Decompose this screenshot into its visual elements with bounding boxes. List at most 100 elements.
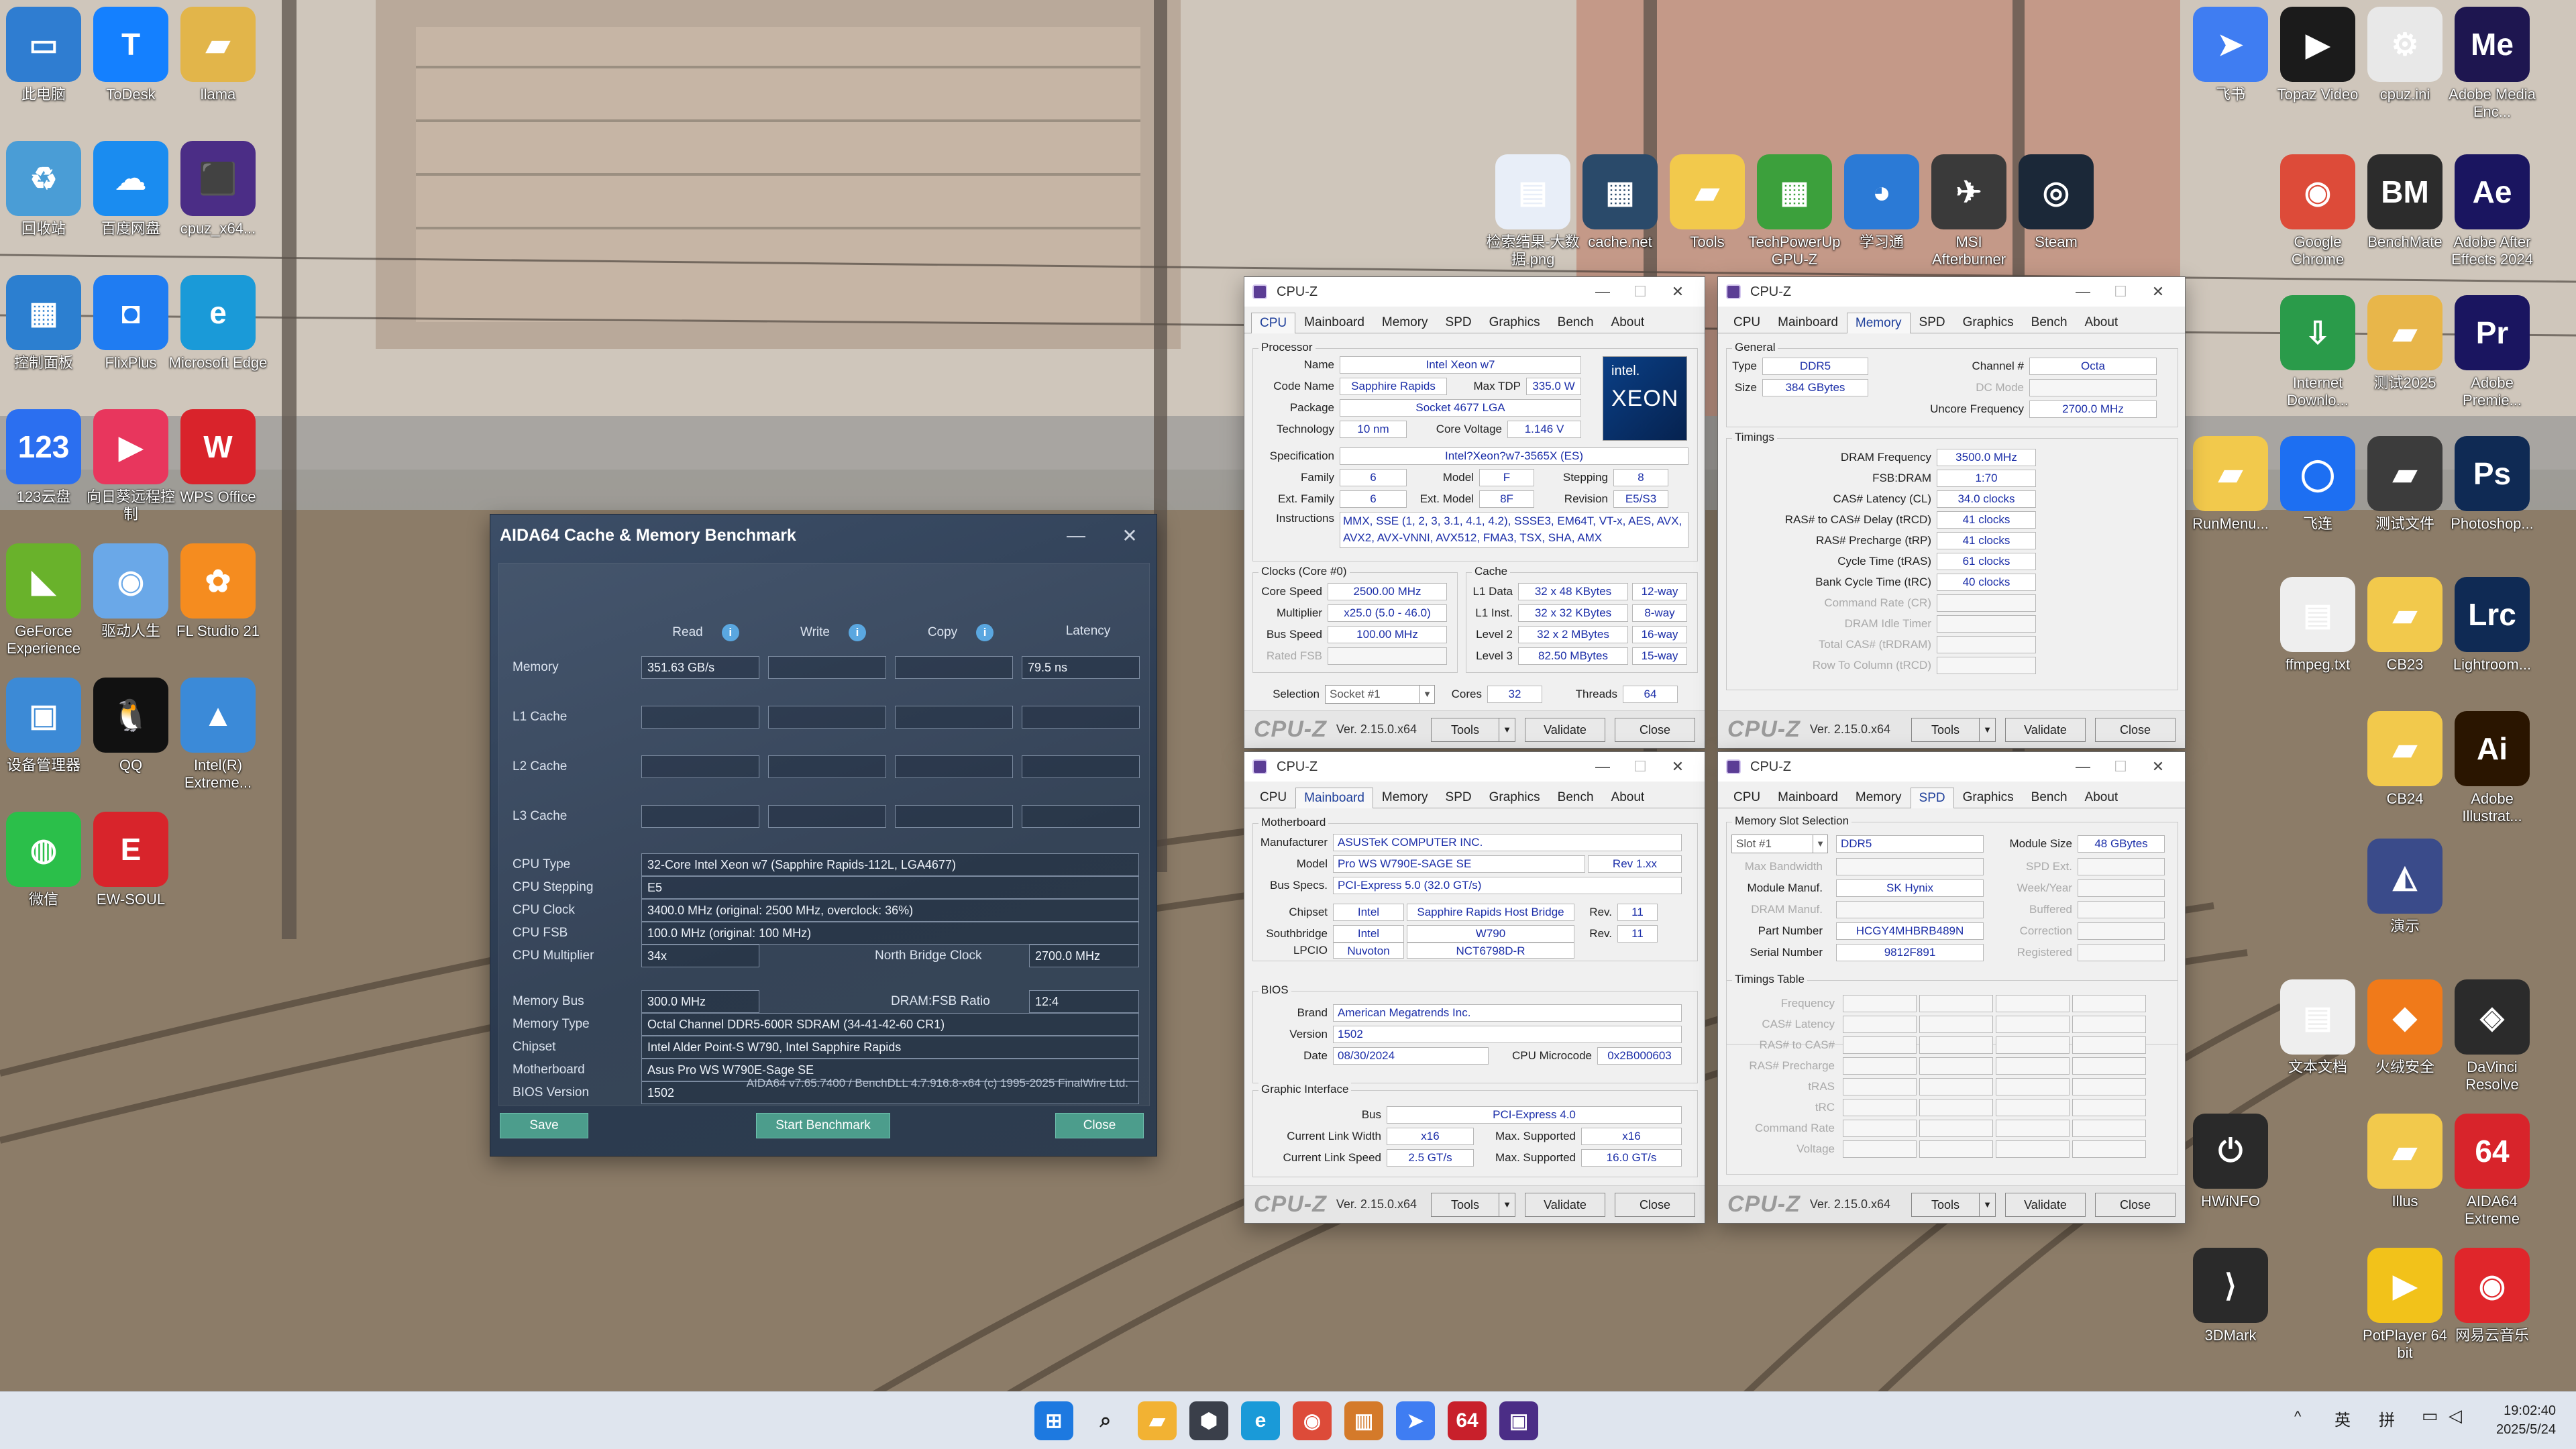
close-icon[interactable]: ✕ <box>1103 525 1157 547</box>
desktop-icon[interactable]: ▰ RunMenu... <box>2180 436 2281 533</box>
maximize-icon[interactable]: ☐ <box>1621 758 1659 775</box>
desktop-icon[interactable]: Lrc Lightroom... <box>2442 577 2542 674</box>
desktop-icon[interactable]: ▰ llama <box>168 7 268 103</box>
close-button[interactable]: Close <box>2095 1192 2176 1217</box>
tab-bench[interactable]: Bench <box>2023 787 2076 808</box>
taskbar-feishu[interactable]: ➤ <box>1396 1401 1435 1440</box>
desktop-icon[interactable]: ◈ DaVinci Resolve <box>2442 979 2542 1093</box>
desktop-icon[interactable]: ▰ CB24 <box>2355 711 2455 808</box>
desktop-icon[interactable]: ⏻ HWiNFO <box>2180 1114 2281 1210</box>
tab-mainboard[interactable]: Mainboard <box>1295 788 1373 808</box>
close-icon[interactable]: ✕ <box>2139 283 2177 301</box>
desktop-icon[interactable]: ▰ 测试文件 <box>2355 436 2455 533</box>
tab-cpu[interactable]: CPU <box>1251 787 1295 808</box>
validate-button[interactable]: Validate <box>2005 717 2086 742</box>
maximize-icon[interactable]: ☐ <box>1621 283 1659 301</box>
volume-icon[interactable]: ◁ <box>2449 1405 2462 1426</box>
desktop-icon[interactable]: ▶ Topaz Video <box>2267 7 2368 103</box>
desktop-icon[interactable]: ✿ FL Studio 21 <box>168 543 268 640</box>
desktop-icon[interactable]: ◉ 网易云音乐 <box>2442 1248 2542 1344</box>
close-icon[interactable]: ✕ <box>2139 758 2177 775</box>
desktop-icon[interactable]: ⇩ Internet Downlo... <box>2267 295 2368 409</box>
desktop-icon[interactable]: ▰ CB23 <box>2355 577 2455 674</box>
desktop-icon[interactable]: ▰ Tools <box>1657 154 1758 251</box>
tools-button[interactable]: Tools ▼ <box>1431 717 1515 742</box>
ime-language[interactable]: 英 <box>2334 1407 2351 1430</box>
desktop-icon[interactable]: T ToDesk <box>80 7 181 103</box>
tab-graphics[interactable]: Graphics <box>1481 787 1549 808</box>
tab-spd[interactable]: SPD <box>1910 788 1954 808</box>
tab-spd[interactable]: SPD <box>1437 787 1481 808</box>
close-icon[interactable]: ✕ <box>1659 758 1697 775</box>
aida64-benchmark-window[interactable]: AIDA64 Cache & Memory Benchmark — ✕ Read… <box>490 514 1157 1157</box>
desktop-icon[interactable]: ✈ MSI Afterburner <box>1919 154 2019 268</box>
tab-memory[interactable]: Memory <box>1847 787 1911 808</box>
desktop-icon[interactable]: Ps Photoshop... <box>2442 436 2542 533</box>
start-benchmark-button[interactable]: Start Benchmark <box>756 1113 890 1138</box>
desktop-icon[interactable]: Ai Adobe Illustrat... <box>2442 711 2542 825</box>
tab-mainboard[interactable]: Mainboard <box>1769 787 1847 808</box>
desktop-icon[interactable]: ◍ 微信 <box>0 812 94 908</box>
desktop-icon[interactable]: ◣ GeForce Experience <box>0 543 94 657</box>
tab-about[interactable]: About <box>2076 787 2127 808</box>
aida64-titlebar[interactable]: AIDA64 Cache & Memory Benchmark — ✕ <box>490 515 1157 556</box>
desktop-icon[interactable]: ◭ 演示 <box>2355 839 2455 935</box>
close-button[interactable]: Close <box>2095 717 2176 742</box>
taskbar-app-cube[interactable]: ⬢ <box>1189 1401 1228 1440</box>
desktop-icon[interactable]: Ae Adobe After Effects 2024 <box>2442 154 2542 268</box>
tab-about[interactable]: About <box>1603 312 1654 333</box>
tab-graphics[interactable]: Graphics <box>1954 312 2023 333</box>
desktop-icon[interactable]: E EW-SOUL <box>80 812 181 908</box>
desktop-icon[interactable]: ♻ 回收站 <box>0 141 94 237</box>
validate-button[interactable]: Validate <box>2005 1192 2086 1217</box>
tab-mainboard[interactable]: Mainboard <box>1769 312 1847 333</box>
desktop-icon[interactable]: e Microsoft Edge <box>168 275 268 372</box>
desktop-icon[interactable]: 123 123云盘 <box>0 409 94 506</box>
tab-bench[interactable]: Bench <box>1549 787 1603 808</box>
taskbar-app-doc[interactable]: ▥ <box>1344 1401 1383 1440</box>
tab-memory[interactable]: Memory <box>1846 313 1911 333</box>
cpuz-titlebar[interactable]: CPU-Z — ☐ ✕ <box>1718 277 2185 307</box>
tab-cpu[interactable]: CPU <box>1725 312 1769 333</box>
tab-graphics[interactable]: Graphics <box>1481 312 1549 333</box>
desktop-icon[interactable]: ⚙ cpuz.ini <box>2355 7 2455 103</box>
desktop-icon[interactable]: 64 AIDA64 Extreme <box>2442 1114 2542 1228</box>
taskbar-cpuz[interactable]: ▣ <box>1499 1401 1538 1440</box>
info-icon[interactable]: i <box>721 624 739 641</box>
ime-mode[interactable]: 拼 <box>2379 1407 2395 1430</box>
cpuz-mainboard-window[interactable]: CPU-Z — ☐ ✕ CPU Mainboard Memory SPD Graphics Ben… <box>1244 751 1705 1224</box>
minimize-icon[interactable]: — <box>2064 758 2102 775</box>
close-button[interactable]: Close <box>1615 717 1695 742</box>
network-icon[interactable]: ▭ <box>2422 1405 2438 1426</box>
desktop-icon[interactable]: ▤ ffmpeg.txt <box>2267 577 2368 674</box>
tools-button[interactable]: Tools ▼ <box>1911 717 1996 742</box>
taskbar-aida64[interactable]: 64 <box>1448 1401 1487 1440</box>
desktop-icon[interactable]: ⬛ cpuz_x64... <box>168 141 268 237</box>
cpuz-memory-window[interactable]: CPU-Z — ☐ ✕ CPU Mainboard Memory SPD Graphics Ben… <box>1717 276 2186 749</box>
taskbar-chrome[interactable]: ◉ <box>1293 1401 1332 1440</box>
desktop-icon[interactable]: W WPS Office <box>168 409 268 506</box>
desktop-icon[interactable]: ◆ 火绒安全 <box>2355 979 2455 1076</box>
tab-memory[interactable]: Memory <box>1373 787 1437 808</box>
maximize-icon[interactable]: ☐ <box>2102 283 2139 301</box>
desktop-icon[interactable]: ▶ PotPlayer 64 bit <box>2355 1248 2455 1362</box>
cpuz-spd-window[interactable]: CPU-Z — ☐ ✕ CPU Mainboard Memory SPD Graphics Ben… <box>1717 751 2186 1224</box>
desktop-icon[interactable]: ▦ cache.net <box>1570 154 1670 251</box>
desktop-icon[interactable]: ➤ 飞书 <box>2180 7 2281 103</box>
minimize-icon[interactable]: — <box>1049 525 1103 546</box>
desktop-icon[interactable]: ▶ 向日葵远程控制 <box>80 409 181 523</box>
cpuz-titlebar[interactable]: CPU-Z — ☐ ✕ <box>1718 752 2185 782</box>
desktop-icon[interactable]: ▲ Intel(R) Extreme... <box>168 678 268 792</box>
chevron-up-icon[interactable]: ^ <box>2294 1408 2301 1426</box>
cpuz-titlebar[interactable]: CPU-Z — ☐ ✕ <box>1244 277 1705 307</box>
tab-graphics[interactable]: Graphics <box>1954 787 2023 808</box>
desktop-icon[interactable]: 🐧 QQ <box>80 678 181 774</box>
socket-select[interactable]: Socket #1 ▼ <box>1325 685 1435 704</box>
desktop-icon[interactable]: ▦ TechPowerUp GPU-Z <box>1744 154 1845 268</box>
tab-cpu[interactable]: CPU <box>1251 313 1296 333</box>
taskbar-search-button[interactable]: ⌕ <box>1086 1401 1125 1440</box>
taskbar-start-button[interactable]: ⊞ <box>1034 1401 1073 1440</box>
desktop-icon[interactable]: ▤ 检索结果-大数据.png <box>1483 154 1583 268</box>
desktop-icon[interactable]: Pr Adobe Premie... <box>2442 295 2542 409</box>
desktop-icon[interactable]: ◯ 飞连 <box>2267 436 2368 533</box>
